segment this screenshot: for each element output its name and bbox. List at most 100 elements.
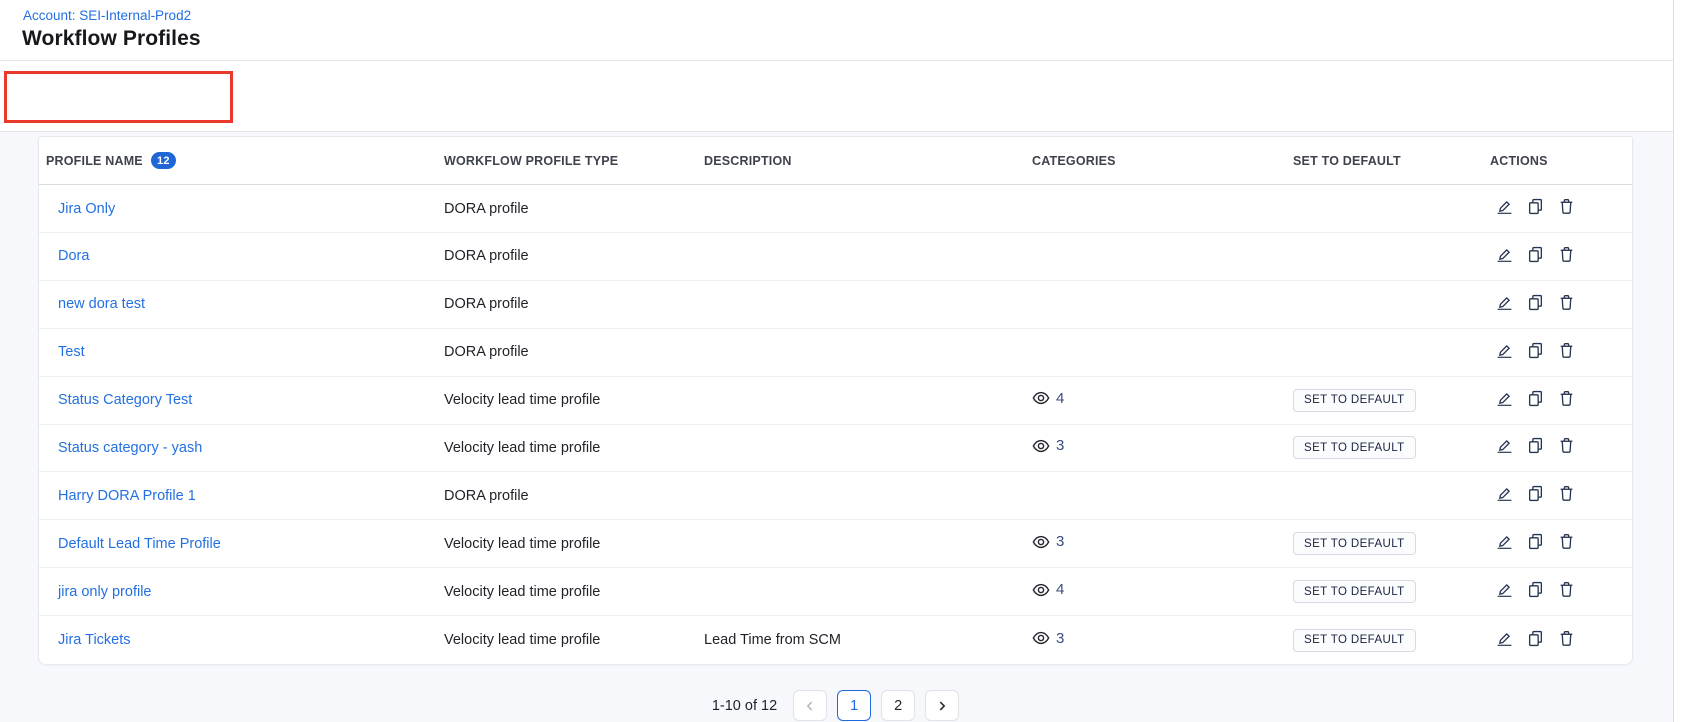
eye-icon [1032,437,1050,455]
category-count: 4 [1056,390,1064,407]
column-header-profile-type[interactable]: Workflow Profile Type [437,154,697,168]
profile-name-link[interactable]: jira only profile [58,584,152,600]
delete-button[interactable] [1558,630,1575,647]
copy-button[interactable] [1527,342,1544,359]
chevron-right-icon [935,699,949,713]
pagination-range-label: 1-10 of 12 [712,698,777,714]
pagination-page-button-1[interactable]: 1 [837,690,871,721]
edit-icon [1496,342,1513,359]
table-header-row: Profile Name 12 Workflow Profile Type De… [39,137,1632,185]
table-row: jira only profile Velocity lead time pro… [39,568,1632,616]
edit-button[interactable] [1496,533,1513,550]
copy-icon [1527,342,1544,359]
edit-button[interactable] [1496,437,1513,454]
edit-button[interactable] [1496,198,1513,215]
table-body: Jira Only DORA profile [39,185,1632,664]
set-to-default-cell: SET TO DEFAULT [1286,532,1483,555]
profile-type-cell: Velocity lead time profile [437,632,697,648]
profile-name-link[interactable]: Harry DORA Profile 1 [58,488,196,504]
copy-button[interactable] [1527,437,1544,454]
edit-button[interactable] [1496,581,1513,598]
table-row: Jira Only DORA profile [39,185,1632,233]
edit-icon [1496,294,1513,311]
copy-button[interactable] [1527,581,1544,598]
copy-icon [1527,198,1544,215]
categories-cell: 3 [1025,437,1286,459]
copy-button[interactable] [1527,246,1544,263]
profile-name-link[interactable]: new dora test [58,296,145,312]
profile-type-cell: DORA profile [437,296,697,312]
profile-type-cell: DORA profile [437,248,697,264]
delete-button[interactable] [1558,246,1575,263]
chevron-left-icon [803,699,817,713]
set-to-default-badge[interactable]: SET TO DEFAULT [1293,389,1416,412]
copy-button[interactable] [1527,198,1544,215]
trash-icon [1558,581,1575,598]
copy-icon [1527,533,1544,550]
edit-button[interactable] [1496,390,1513,407]
profile-name-link[interactable]: Jira Only [58,201,115,217]
copy-button[interactable] [1527,533,1544,550]
profile-name-link[interactable]: Jira Tickets [58,632,131,648]
table-row: Test DORA profile [39,329,1632,377]
trash-icon [1558,246,1575,263]
account-breadcrumb-link[interactable]: Account: SEI-Internal-Prod2 [23,8,191,23]
pagination-page-button-2[interactable]: 2 [881,690,915,721]
profile-type-cell: Velocity lead time profile [437,536,697,552]
delete-button[interactable] [1558,485,1575,502]
table-row: Default Lead Time Profile Velocity lead … [39,520,1632,568]
delete-button[interactable] [1558,198,1575,215]
delete-button[interactable] [1558,342,1575,359]
page-header: Account: SEI-Internal-Prod2 Workflow Pro… [0,0,1673,61]
copy-button[interactable] [1527,294,1544,311]
pagination-next-button[interactable] [925,690,959,721]
page-right-border [1673,0,1674,722]
copy-icon [1527,246,1544,263]
eye-icon [1032,629,1050,647]
edit-icon [1496,533,1513,550]
delete-button[interactable] [1558,294,1575,311]
profile-name-link[interactable]: Status category - yash [58,440,202,456]
profile-name-link[interactable]: Status Category Test [58,392,192,408]
pagination-prev-button[interactable] [793,690,827,721]
column-header-set-to-default[interactable]: Set to Default [1286,154,1483,168]
delete-button[interactable] [1558,437,1575,454]
trash-icon [1558,630,1575,647]
actions-cell [1483,437,1632,458]
copy-icon [1527,294,1544,311]
set-to-default-badge[interactable]: SET TO DEFAULT [1293,580,1416,603]
delete-button[interactable] [1558,581,1575,598]
row-count-badge: 12 [151,152,176,169]
column-header-profile-name[interactable]: Profile Name 12 [39,152,437,169]
trash-icon [1558,294,1575,311]
edit-button[interactable] [1496,630,1513,647]
delete-button[interactable] [1558,533,1575,550]
column-header-label: Profile Name [46,154,143,168]
column-header-description[interactable]: Description [697,154,1025,168]
set-to-default-badge[interactable]: SET TO DEFAULT [1293,532,1416,555]
edit-button[interactable] [1496,485,1513,502]
actions-cell [1483,533,1632,554]
edit-button[interactable] [1496,294,1513,311]
toolbar: New Workflow Profile [0,62,1673,132]
copy-button[interactable] [1527,630,1544,647]
copy-button[interactable] [1527,390,1544,407]
profile-name-link[interactable]: Test [58,344,85,360]
profile-name-cell: Default Lead Time Profile [39,536,437,552]
profile-name-cell: Jira Tickets [39,632,437,648]
edit-icon [1496,485,1513,502]
trash-icon [1558,390,1575,407]
set-to-default-badge[interactable]: SET TO DEFAULT [1293,436,1416,459]
delete-button[interactable] [1558,390,1575,407]
profile-name-link[interactable]: Dora [58,248,89,264]
profile-name-cell: Status Category Test [39,392,437,408]
edit-button[interactable] [1496,246,1513,263]
edit-button[interactable] [1496,342,1513,359]
set-to-default-badge[interactable]: SET TO DEFAULT [1293,629,1416,652]
profile-type-cell: Velocity lead time profile [437,584,697,600]
copy-button[interactable] [1527,485,1544,502]
column-header-categories[interactable]: Categories [1025,154,1286,168]
profile-type-cell: Velocity lead time profile [437,440,697,456]
copy-icon [1527,437,1544,454]
profile-name-link[interactable]: Default Lead Time Profile [58,536,221,552]
